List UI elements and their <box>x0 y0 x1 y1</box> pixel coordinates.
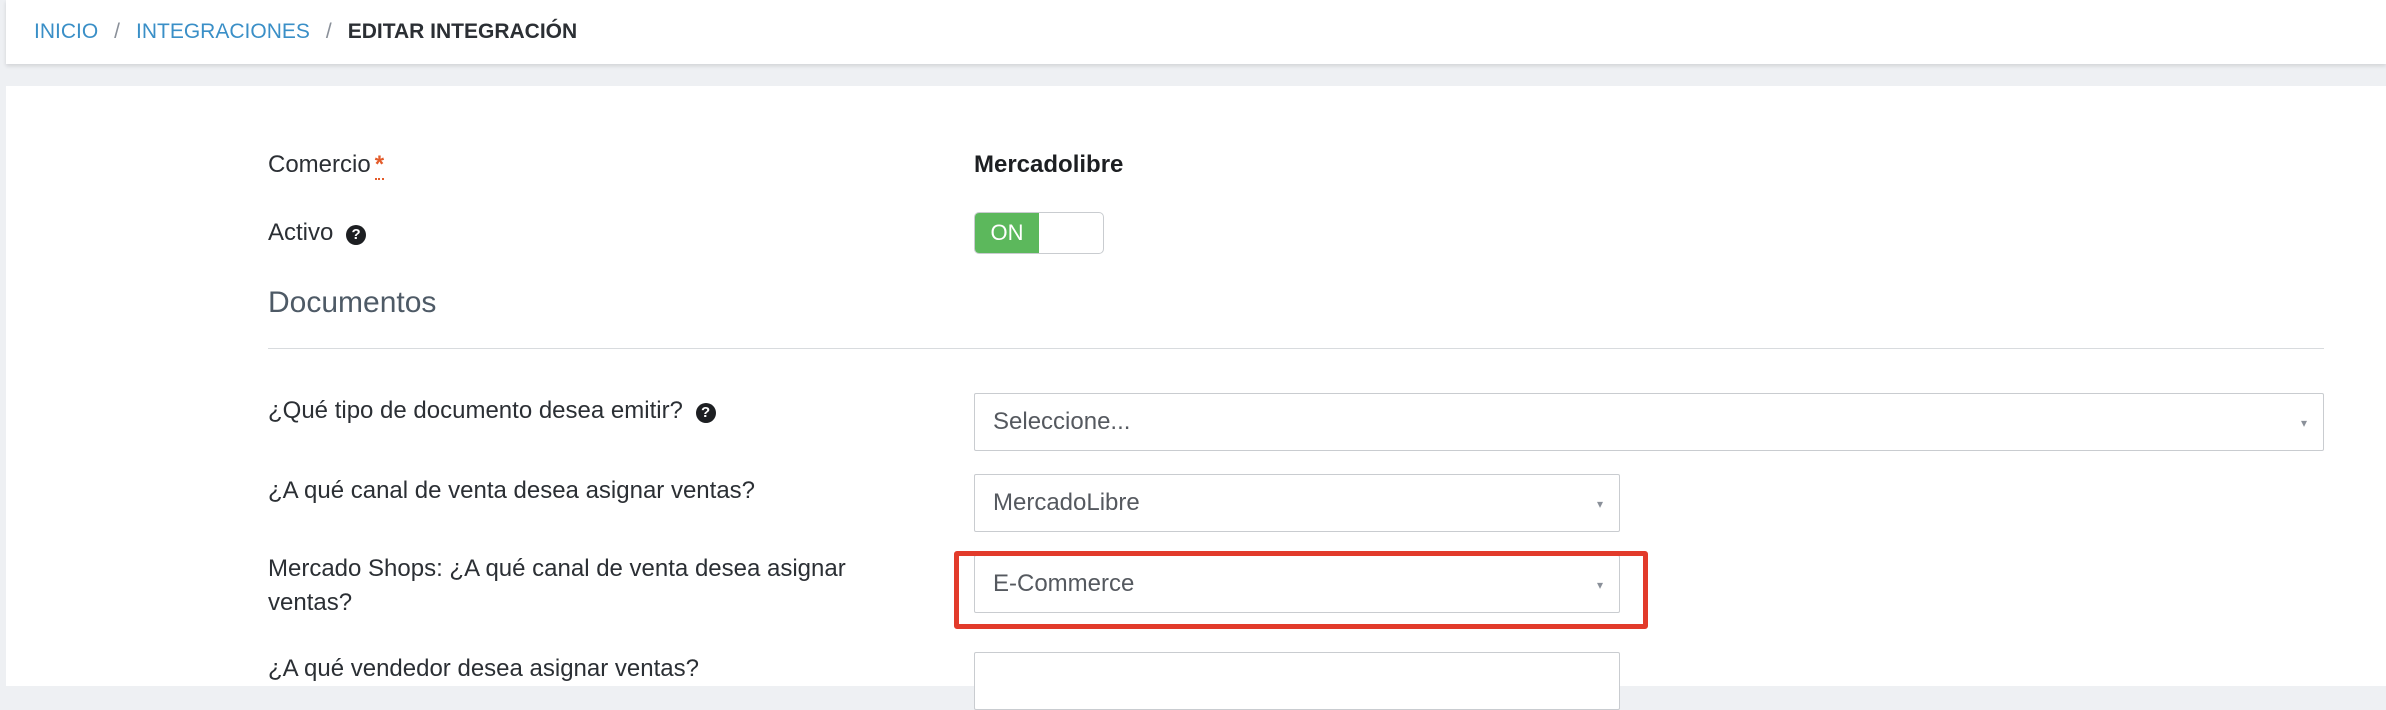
channel-select[interactable]: MercadoLibre ▾ <box>974 474 1620 532</box>
activo-label-row: Activo ? <box>268 216 367 250</box>
comercio-value: Mercadolibre <box>974 151 1124 178</box>
section-divider <box>268 348 2324 349</box>
breadcrumb-home-link[interactable]: INICIO <box>34 20 98 44</box>
shops-label-line2: ventas? <box>268 589 353 616</box>
seller-label: ¿A qué vendedor desea asignar ventas? <box>268 655 699 682</box>
doc-type-select[interactable]: Seleccione... ▾ <box>974 393 2324 451</box>
required-marker: * <box>374 151 385 180</box>
form-panel: Comercio * Mercadolibre Activo ? ON Docum… <box>6 86 2386 710</box>
comercio-label: Comercio <box>268 151 371 178</box>
channel-label-row: ¿A qué canal de venta desea asignar vent… <box>268 474 755 508</box>
breadcrumb-current: EDITAR INTEGRACIÓN <box>347 20 578 43</box>
activo-toggle[interactable]: ON <box>974 212 1104 254</box>
seller-label-row: ¿A qué vendedor desea asignar ventas? <box>268 652 699 686</box>
question-circle-icon[interactable]: ? <box>346 225 367 245</box>
breadcrumb-integrations-link[interactable]: INTEGRACIONES <box>136 20 310 44</box>
breadcrumb-separator: / <box>114 20 121 43</box>
shops-label-line1: Mercado Shops: ¿A qué canal de venta des… <box>268 555 846 582</box>
question-circle-icon[interactable]: ? <box>695 403 716 423</box>
toggle-on-label: ON <box>975 213 1039 253</box>
channel-label: ¿A qué canal de venta desea asignar vent… <box>268 477 756 504</box>
activo-label: Activo <box>268 219 334 246</box>
breadcrumb: INICIO / INTEGRACIONES / EDITAR INTEGRAC… <box>6 0 2386 64</box>
caret-icon: ▾ <box>2300 416 2307 430</box>
caret-icon: ▾ <box>1596 497 1603 511</box>
doc-type-select-value: Seleccione... <box>993 408 1131 435</box>
section-title-documentos: Documentos <box>268 286 437 319</box>
comercio-label-row: Comercio * <box>268 148 385 182</box>
channel-select-value: MercadoLibre <box>993 489 1140 516</box>
doc-type-label-row: ¿Qué tipo de documento desea emitir? ? <box>268 394 716 428</box>
highlight-annotation <box>954 551 1648 629</box>
shops-label-row: Mercado Shops: ¿A qué canal de venta des… <box>268 552 846 620</box>
doc-type-label: ¿Qué tipo de documento desea emitir? <box>268 397 683 424</box>
breadcrumb-separator: / <box>325 20 332 43</box>
seller-select[interactable] <box>974 652 1620 710</box>
